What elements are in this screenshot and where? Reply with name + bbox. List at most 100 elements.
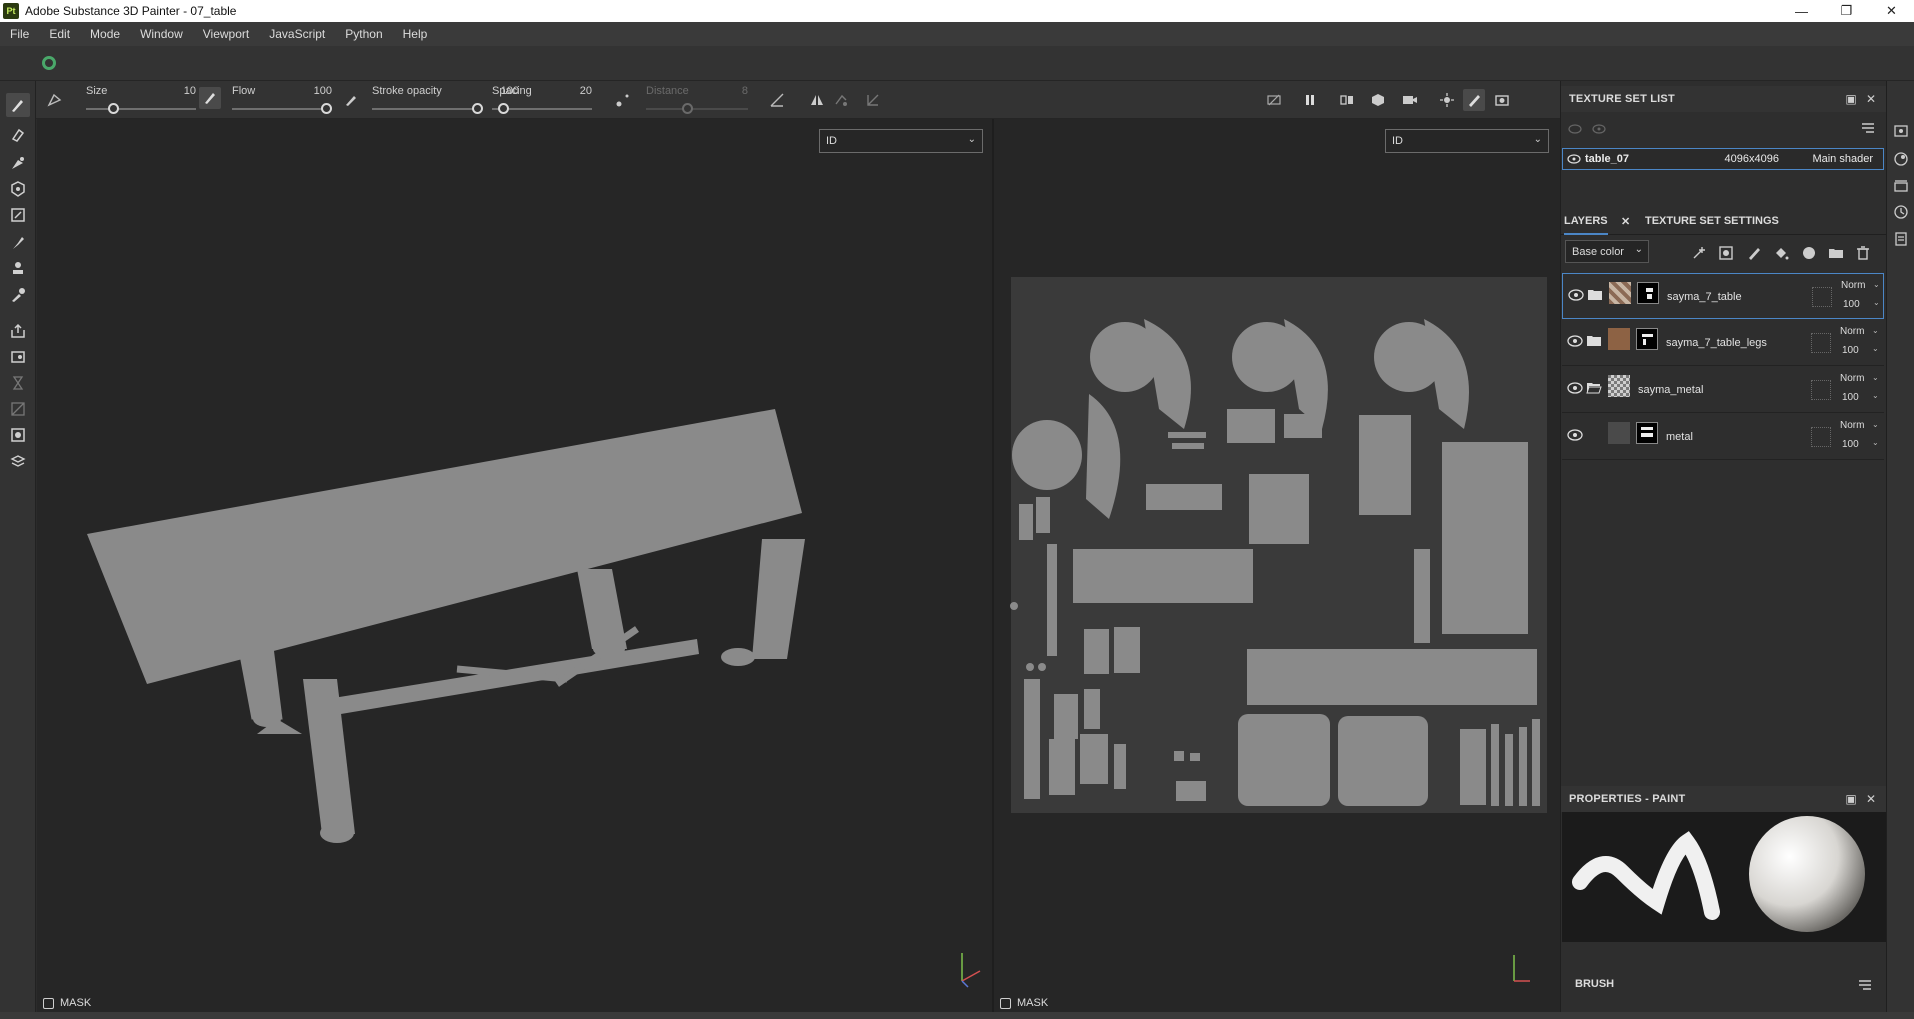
folder-open-icon[interactable] bbox=[1586, 382, 1602, 394]
stroke-pen-icon[interactable] bbox=[340, 89, 362, 111]
flow-slider-knob[interactable] bbox=[321, 103, 332, 114]
material-picker-icon[interactable] bbox=[6, 423, 30, 447]
polygon-fill-tool-icon[interactable] bbox=[6, 203, 30, 227]
layer-opacity[interactable]: 100 bbox=[1843, 299, 1860, 310]
mask-checkbox[interactable] bbox=[43, 997, 54, 1009]
menu-python[interactable]: Python bbox=[335, 27, 392, 41]
projection-tool-icon[interactable] bbox=[6, 151, 30, 175]
eye-icon[interactable] bbox=[1567, 429, 1583, 441]
menu-edit[interactable]: Edit bbox=[39, 27, 80, 41]
add-effect-icon[interactable] bbox=[1689, 243, 1709, 263]
pen-pressure-icon[interactable] bbox=[199, 87, 221, 109]
blend-mode[interactable]: Norm bbox=[1841, 280, 1865, 291]
layer-row[interactable]: sayma_7_table Norm ⌄ 100 ⌄ bbox=[1562, 273, 1884, 319]
layer-opacity[interactable]: 100 bbox=[1842, 345, 1859, 356]
mask-thumbnail[interactable] bbox=[1636, 422, 1658, 444]
close-icon[interactable]: ✕ bbox=[1863, 791, 1879, 807]
menu-javascript[interactable]: JavaScript bbox=[259, 27, 335, 41]
tab-layers[interactable]: LAYERS bbox=[1564, 215, 1608, 235]
symmetry-icon[interactable] bbox=[806, 89, 828, 111]
assets-icon[interactable] bbox=[1893, 178, 1909, 194]
eye-icon[interactable] bbox=[1591, 122, 1607, 139]
color-picker-tool-icon[interactable] bbox=[6, 283, 30, 307]
sync-status-icon[interactable] bbox=[42, 56, 56, 70]
display-3d-icon[interactable] bbox=[1367, 89, 1389, 111]
close-icon[interactable]: ✕ bbox=[1869, 0, 1914, 22]
export-tool-icon[interactable] bbox=[6, 319, 30, 343]
viewport-3d[interactable]: ID ⌄ MASK bbox=[37, 119, 992, 1019]
transform-icon[interactable] bbox=[862, 89, 884, 111]
renderer-icon[interactable] bbox=[1436, 89, 1458, 111]
eye-icon[interactable] bbox=[1567, 335, 1583, 347]
menu-window[interactable]: Window bbox=[130, 27, 193, 41]
undock-icon[interactable]: ▣ bbox=[1843, 91, 1859, 107]
mask-thumbnail[interactable] bbox=[1637, 282, 1659, 304]
eye-icon[interactable] bbox=[1568, 289, 1584, 301]
blend-mode[interactable]: Norm bbox=[1840, 373, 1864, 384]
blend-mode[interactable]: Norm bbox=[1840, 326, 1864, 337]
close-icon[interactable]: ✕ bbox=[1863, 91, 1879, 107]
delete-layer-icon[interactable] bbox=[1853, 243, 1873, 263]
eye-icon[interactable] bbox=[1567, 382, 1583, 394]
close-icon[interactable]: ✕ bbox=[1621, 215, 1630, 228]
layer-row[interactable]: sayma_7_table_legs Norm ⌄ 100 ⌄ bbox=[1562, 320, 1884, 366]
log-icon[interactable] bbox=[1893, 231, 1909, 247]
hide-icon[interactable] bbox=[1567, 122, 1583, 139]
mask-toggle-2d[interactable]: MASK bbox=[1000, 997, 1048, 1009]
screenshot-icon[interactable] bbox=[1491, 89, 1513, 111]
add-smart-material-icon[interactable] bbox=[1799, 243, 1819, 263]
brush-settings-icon[interactable] bbox=[44, 89, 66, 111]
spacing-slider-knob[interactable] bbox=[498, 103, 509, 114]
size-slider-knob[interactable] bbox=[108, 103, 119, 114]
tiling-icon[interactable] bbox=[831, 89, 853, 111]
restore-icon[interactable]: ❐ bbox=[1824, 0, 1869, 22]
folder-icon[interactable] bbox=[1587, 289, 1603, 301]
layer-opacity[interactable]: 100 bbox=[1842, 392, 1859, 403]
hide-layers-icon[interactable] bbox=[1263, 89, 1285, 111]
layer-row[interactable]: metal Norm ⌄ 100 ⌄ bbox=[1562, 414, 1884, 460]
menu-file[interactable]: File bbox=[0, 27, 39, 41]
minimize-icon[interactable]: — bbox=[1779, 0, 1824, 22]
brush-section[interactable]: BRUSH bbox=[1561, 970, 1887, 1000]
eye-icon[interactable] bbox=[1567, 154, 1581, 164]
add-mask-icon[interactable] bbox=[1716, 243, 1736, 263]
geometry-fill-tool-icon[interactable] bbox=[6, 177, 30, 201]
menu-viewport[interactable]: Viewport bbox=[193, 27, 259, 41]
history-icon[interactable] bbox=[1893, 204, 1909, 220]
tab-texture-set-settings[interactable]: TEXTURE SET SETTINGS bbox=[1645, 215, 1779, 227]
texture-set-row[interactable]: table_07 4096x4096 Main shader bbox=[1562, 148, 1884, 170]
viewport-2d[interactable]: ID ⌄ MASK bbox=[994, 119, 1560, 1019]
camera-icon[interactable] bbox=[1399, 89, 1421, 111]
mask-toggle-3d[interactable]: MASK bbox=[43, 997, 91, 1009]
list-menu-icon[interactable] bbox=[1857, 978, 1873, 992]
pause-icon[interactable] bbox=[1299, 89, 1321, 111]
layer-row[interactable]: sayma_metal Norm ⌄ 100 ⌄ bbox=[1562, 367, 1884, 413]
display-settings-icon[interactable] bbox=[1893, 123, 1909, 139]
uv-tool-icon[interactable] bbox=[6, 397, 30, 421]
mask-checkbox[interactable] bbox=[1000, 997, 1011, 1009]
shader-settings-icon[interactable] bbox=[1893, 151, 1909, 167]
distance-slider-knob[interactable] bbox=[682, 103, 693, 114]
bake-tool-icon[interactable] bbox=[6, 345, 30, 369]
undock-icon[interactable]: ▣ bbox=[1843, 791, 1859, 807]
stroke-opacity-knob[interactable] bbox=[472, 103, 483, 114]
add-paint-layer-icon[interactable] bbox=[1744, 243, 1764, 263]
add-folder-icon[interactable] bbox=[1826, 243, 1846, 263]
smudge-tool-icon[interactable] bbox=[6, 231, 30, 255]
timer-tool-icon[interactable] bbox=[6, 371, 30, 395]
lazy-mouse-icon[interactable] bbox=[612, 89, 634, 111]
alignment-icon[interactable] bbox=[766, 89, 788, 111]
layer-channel-select[interactable]: Base color ⌄ bbox=[1565, 240, 1649, 263]
blend-mode[interactable]: Norm bbox=[1840, 420, 1864, 431]
list-menu-icon[interactable] bbox=[1860, 121, 1876, 138]
menu-help[interactable]: Help bbox=[393, 27, 438, 41]
eraser-tool-icon[interactable] bbox=[6, 123, 30, 147]
clone-tool-icon[interactable] bbox=[6, 257, 30, 281]
split-view-icon[interactable] bbox=[1336, 89, 1358, 111]
paint-brush-tool-icon[interactable] bbox=[6, 93, 30, 117]
folder-icon[interactable] bbox=[1586, 335, 1602, 347]
mesh-tool-icon[interactable] bbox=[6, 449, 30, 473]
layer-opacity[interactable]: 100 bbox=[1842, 439, 1859, 450]
painting-mode-icon[interactable] bbox=[1463, 89, 1485, 111]
mask-thumbnail[interactable] bbox=[1636, 328, 1658, 350]
